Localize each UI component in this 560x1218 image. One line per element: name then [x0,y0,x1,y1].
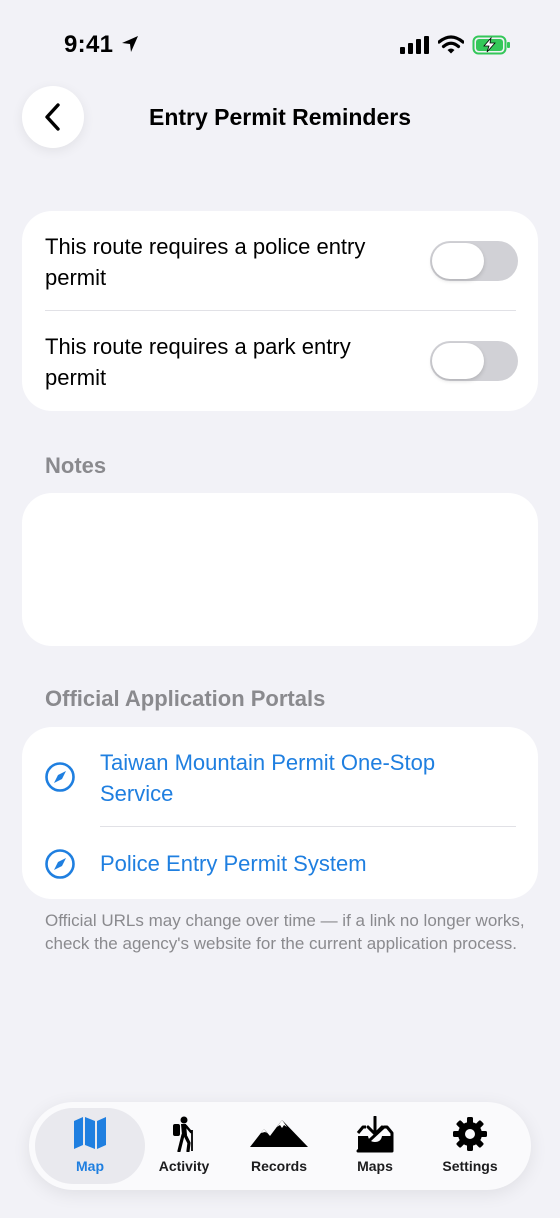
park-permit-row: This route requires a park entry permit [22,311,538,411]
police-permit-label: This route requires a police entry permi… [45,234,366,290]
permit-toggles-card: This route requires a police entry permi… [22,211,538,411]
footnote: Official URLs may change over time — if … [45,911,525,953]
portal-link-label: Taiwan Mountain Permit One-Stop Service [100,750,436,806]
tab-label: Maps [357,1158,393,1174]
battery-charging-icon [472,35,510,55]
tab-settings[interactable]: Settings [422,1102,518,1190]
tab-bar: Map Activity Records Maps Settings [29,1102,531,1190]
portals-header: Official Application Portals [45,686,326,711]
hiker-icon [173,1116,193,1152]
wifi-icon [438,35,464,54]
mountains-icon [250,1120,308,1147]
tab-label: Records [250,1158,308,1174]
status-time: 9:41 [64,31,114,58]
location-arrow-icon [122,36,138,52]
park-permit-toggle[interactable] [430,341,518,381]
tab-records[interactable]: Records [231,1102,327,1190]
cellular-signal-icon [400,36,429,54]
notes-header: Notes [45,453,107,478]
portal-link-label: Police Entry Permit System [100,851,367,876]
tab-label: Settings [442,1158,498,1174]
page-title: Entry Permit Reminders [148,104,412,130]
compass-icon [45,762,75,792]
portals-card: Taiwan Mountain Permit One-Stop Service … [22,727,538,899]
tray-download-icon [356,1116,394,1153]
notes-field[interactable] [22,493,538,646]
tab-map[interactable]: Map [42,1102,138,1190]
tab-label: Activity [158,1158,210,1174]
compass-icon [45,849,75,879]
park-permit-label: This route requires a park entry permit [45,334,351,390]
police-permit-toggle[interactable] [430,241,518,281]
portal-link-mountain-permit[interactable]: Taiwan Mountain Permit One-Stop Service [22,727,538,827]
toggle-knob [432,243,484,279]
portal-link-police-permit[interactable]: Police Entry Permit System [22,827,538,899]
gear-icon [453,1117,487,1151]
police-permit-row: This route requires a police entry permi… [22,211,538,311]
tab-label: Map [76,1158,104,1174]
status-bar: 9:41 [0,0,560,90]
tab-maps[interactable]: Maps [327,1102,423,1190]
toggle-knob [432,343,484,379]
tab-activity[interactable]: Activity [136,1102,232,1190]
map-icon [74,1117,106,1149]
